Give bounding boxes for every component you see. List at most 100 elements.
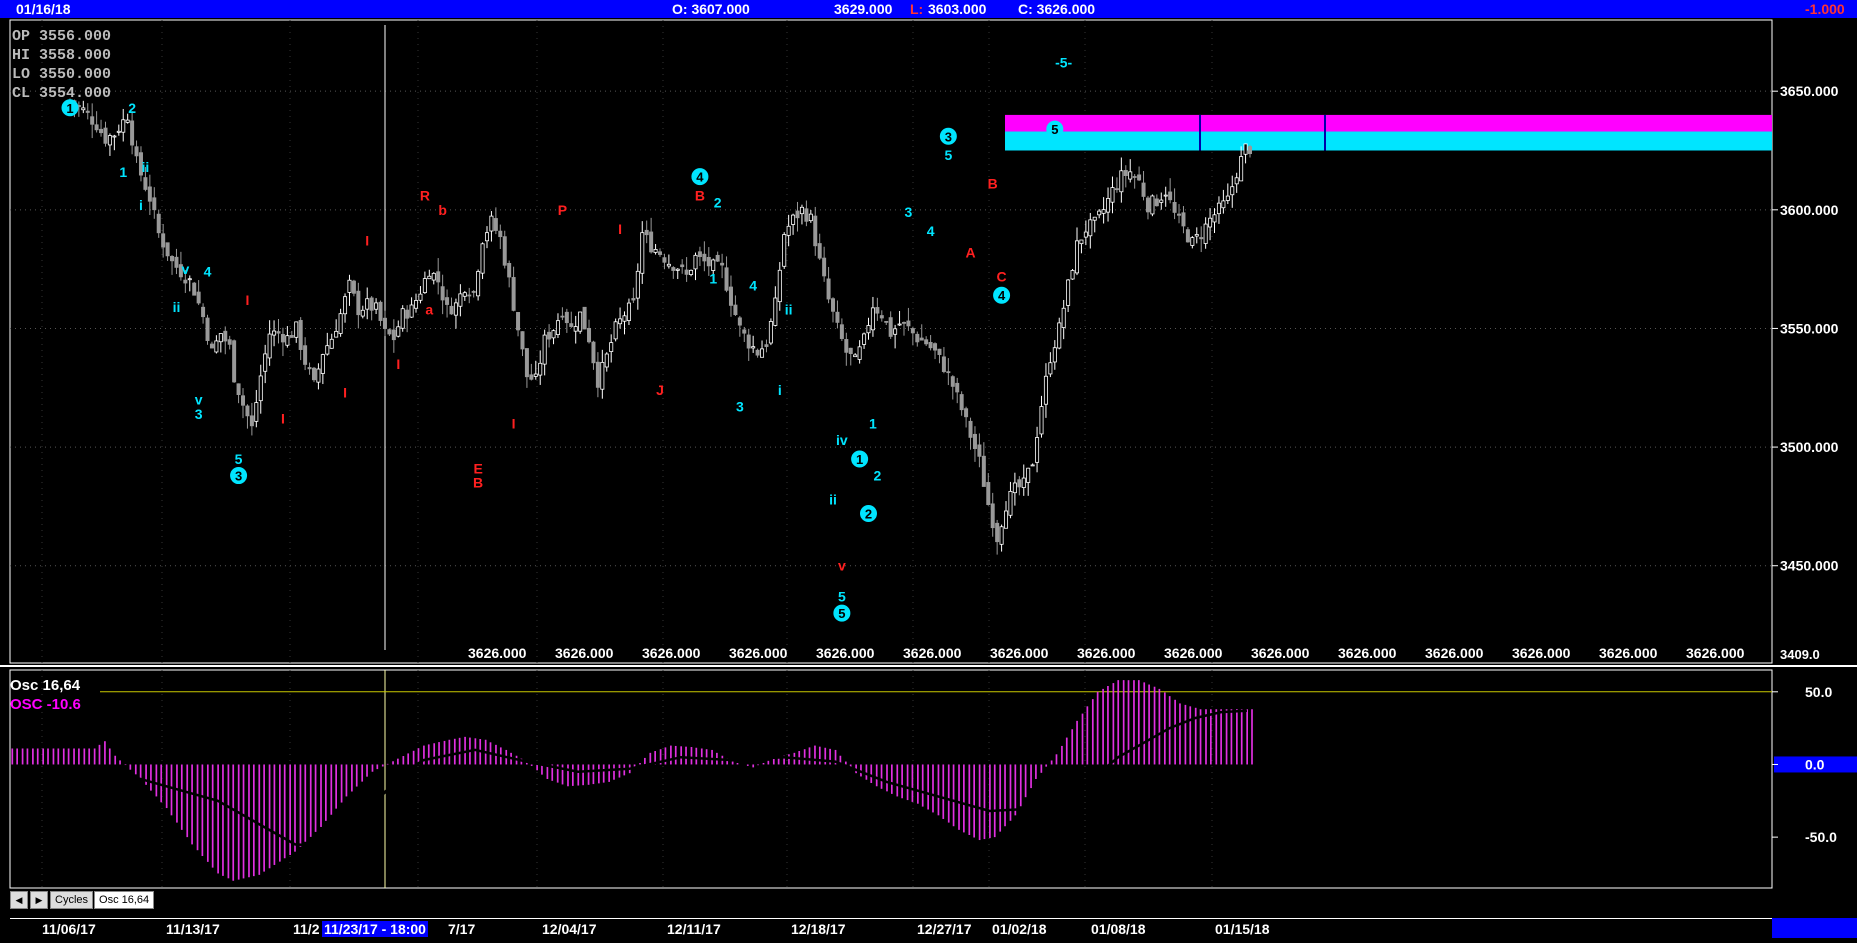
- price-axis-label: 3450.000: [1780, 558, 1839, 574]
- candle: [1066, 279, 1071, 306]
- candle: [471, 291, 476, 293]
- candle: [1083, 231, 1088, 238]
- candle: [529, 374, 534, 380]
- candle: [258, 375, 263, 402]
- osc-title: Osc 16,64: [10, 677, 81, 694]
- candle: [977, 444, 982, 457]
- candle: [227, 339, 232, 345]
- wave-label: I: [396, 356, 400, 372]
- candle: [795, 210, 800, 219]
- candle: [1119, 170, 1124, 193]
- date-label: 11/06/17: [42, 921, 96, 937]
- candle: [1012, 482, 1017, 494]
- candle: [547, 331, 552, 340]
- candle: [1230, 186, 1235, 196]
- info-close: CL 3554.000: [12, 85, 112, 102]
- price-axis-label: 3550.000: [1780, 320, 1839, 336]
- price-line-label: 3626.000: [903, 645, 962, 661]
- wave-label: a: [425, 301, 433, 317]
- date-axis: 11/06/17 11/13/17 11/2 11/23/17 - 18:00 …: [10, 918, 1772, 939]
- candle: [866, 325, 871, 334]
- candle: [311, 367, 316, 381]
- price-line-label: 3626.000: [468, 645, 527, 661]
- candle: [396, 326, 401, 337]
- candle: [400, 308, 405, 329]
- candle: [538, 362, 543, 376]
- candle: [675, 268, 680, 271]
- candle: [808, 213, 813, 222]
- candle: [85, 110, 90, 113]
- info-high: HI 3558.000: [12, 47, 112, 64]
- price-line-label: 3626.000: [729, 645, 788, 661]
- candle: [90, 116, 95, 125]
- date-label: 01/02/18: [992, 921, 1047, 937]
- tab-scroll-right-icon[interactable]: ▶: [30, 891, 48, 909]
- candle: [915, 333, 920, 343]
- price-axis-label: 3500.000: [1780, 439, 1839, 455]
- wave-label: ii: [829, 491, 837, 507]
- wave-label: i: [778, 382, 782, 398]
- candle: [626, 302, 631, 321]
- price-axis-label: 3600.000: [1780, 202, 1839, 218]
- candle: [1181, 212, 1186, 227]
- candle: [937, 348, 942, 355]
- candle: [192, 282, 197, 296]
- candle: [853, 354, 858, 358]
- candle: [689, 269, 694, 275]
- wave-label: 3: [736, 399, 744, 415]
- tab-scroll-left-icon[interactable]: ◀: [10, 891, 28, 909]
- wave-label: ii: [142, 159, 150, 175]
- candle: [1128, 171, 1133, 180]
- candle: [1030, 464, 1035, 467]
- price-line-label: 3626.000: [1686, 645, 1745, 661]
- candle: [1008, 491, 1013, 516]
- candle: [981, 455, 986, 487]
- candle: [1137, 174, 1142, 181]
- candle: [356, 290, 361, 316]
- candle: [201, 306, 206, 318]
- candle: [1163, 194, 1168, 197]
- candle: [587, 327, 592, 343]
- price-line-label: 3626.000: [1425, 645, 1484, 661]
- candle: [910, 328, 915, 334]
- candle: [888, 317, 893, 337]
- candle: [156, 213, 161, 234]
- candle: [174, 256, 179, 268]
- candle: [1199, 237, 1204, 240]
- candle: [946, 371, 951, 374]
- candle: [715, 254, 720, 262]
- wave-label: 5: [838, 606, 845, 621]
- candle: [223, 330, 228, 342]
- wave-label: 2: [873, 468, 881, 484]
- candle: [1216, 202, 1221, 215]
- candle: [236, 383, 241, 396]
- candle: [844, 339, 849, 353]
- candle: [374, 302, 379, 310]
- date-label: 12/04/17: [542, 921, 597, 937]
- candle: [578, 311, 583, 332]
- candle: [334, 330, 339, 338]
- candle: [187, 278, 192, 281]
- osc-axis-label: 50.0: [1805, 684, 1832, 700]
- candle: [901, 321, 906, 324]
- tab-osc[interactable]: Osc 16,64: [94, 891, 155, 909]
- wave-label: 3: [905, 204, 913, 220]
- candle: [276, 331, 281, 334]
- candle: [1039, 406, 1044, 435]
- candle: [600, 361, 605, 390]
- candle: [595, 361, 600, 388]
- wave-label: 3: [235, 469, 242, 484]
- osc-axis-label: 0.0: [1805, 756, 1825, 772]
- candle: [755, 349, 760, 356]
- wave-label: 2: [714, 195, 722, 211]
- candle: [924, 339, 929, 345]
- candle: [453, 302, 458, 316]
- price-line-label: 3626.000: [1599, 645, 1658, 661]
- tab-cycles[interactable]: Cycles: [50, 891, 94, 909]
- candle: [196, 291, 201, 304]
- price-line-label: 3626.000: [1164, 645, 1223, 661]
- candle: [1106, 198, 1111, 213]
- candle: [666, 263, 671, 267]
- candle: [555, 320, 560, 335]
- candle: [662, 257, 667, 263]
